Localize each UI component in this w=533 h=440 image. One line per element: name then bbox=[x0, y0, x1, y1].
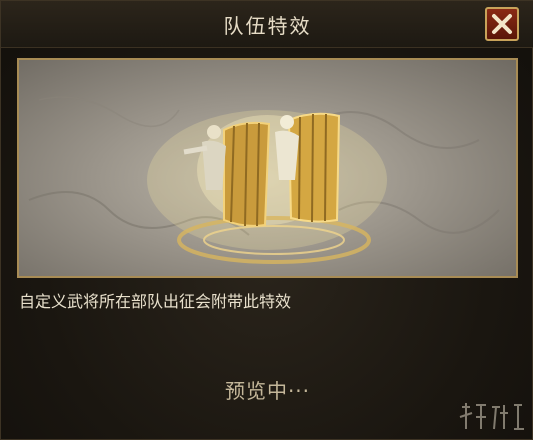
watermark-logo bbox=[459, 403, 524, 430]
effect-preview bbox=[17, 58, 518, 278]
close-button[interactable] bbox=[485, 7, 519, 41]
title-bar: 队伍特效 bbox=[1, 1, 533, 48]
preview-status: 预览中··· bbox=[224, 379, 311, 403]
dialog-title: 队伍特效 bbox=[223, 14, 312, 38]
close-icon bbox=[492, 14, 512, 34]
effect-dialog: 队伍特效 自定义武将所在部队出征会附带此特效 预览中··· bbox=[0, 0, 533, 440]
effect-description: 自定义武将所在部队出征会附带此特效 bbox=[19, 292, 292, 311]
preview-art bbox=[28, 96, 500, 264]
